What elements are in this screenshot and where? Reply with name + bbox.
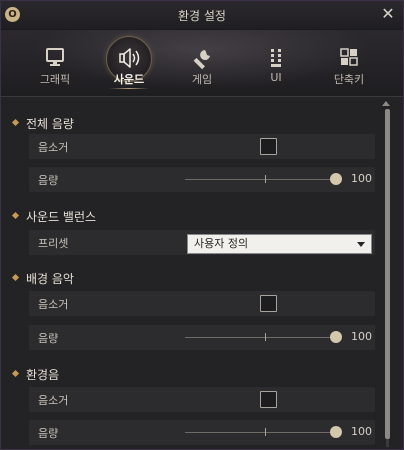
section-bullet-icon [11, 369, 20, 378]
close-icon: ✕ [381, 4, 395, 23]
ambient-mute-checkbox[interactable] [260, 391, 277, 408]
active-tab-underline [109, 88, 149, 89]
scrollbar-thumb[interactable] [385, 109, 390, 439]
slider-midpoint-tick [265, 428, 266, 436]
master-mute-checkbox[interactable] [260, 138, 277, 155]
window-title: 환경 설정 [178, 9, 226, 23]
section-bullet-icon [11, 211, 20, 220]
sound-settings-panel: 전체 음량 음소거 음량 100 사운드 밸런스 프리셋 사용자 정의 배경 음… [1, 97, 403, 449]
ambient-volume-value: 100 [351, 425, 372, 438]
tab-label: 단축키 [333, 73, 365, 86]
volume-label: 음량 [38, 332, 59, 345]
mute-label: 음소거 [38, 141, 69, 154]
mute-label: 음소거 [38, 394, 69, 407]
master-volume-row: 음량 100 [29, 167, 375, 192]
section-master-volume: 전체 음량 [11, 115, 74, 133]
close-button[interactable]: ✕ [379, 5, 397, 23]
settings-window: O 환경 설정 ✕ 그래픽 사운드 게임 UI 단축키 전체 음량 음소거 음량… [0, 0, 404, 450]
section-background-music: 배경 음악 [11, 270, 74, 288]
section-ambient-sound: 환경음 [11, 366, 60, 384]
bgm-volume-slider-handle[interactable] [330, 331, 342, 343]
bgm-volume-value: 100 [351, 330, 372, 343]
slider-midpoint-tick [265, 333, 266, 341]
preset-row: 프리셋 사용자 정의 [29, 230, 375, 255]
mute-label: 음소거 [38, 298, 69, 311]
tab-ui[interactable]: UI [246, 30, 306, 96]
master-mute-row: 음소거 [29, 134, 375, 159]
ambient-mute-row: 음소거 [29, 387, 375, 412]
ambient-volume-slider-handle[interactable] [330, 426, 342, 438]
section-bullet-icon [11, 118, 20, 127]
tab-label: 사운드 [113, 73, 145, 86]
ambient-volume-row: 음량 100 [29, 420, 375, 445]
tab-label: 그래픽 [39, 73, 71, 86]
bgm-mute-row: 음소거 [29, 291, 375, 316]
bgm-volume-slider[interactable] [185, 337, 337, 338]
tab-label: UI [270, 71, 282, 84]
section-sound-balance: 사운드 밸런스 [11, 208, 97, 226]
master-volume-slider-handle[interactable] [330, 173, 342, 185]
tab-game[interactable]: 게임 [172, 30, 232, 96]
ui-grid-icon [271, 49, 281, 67]
preset-selected-value: 사용자 정의 [194, 237, 249, 250]
volume-label: 음량 [38, 427, 59, 440]
tab-graphics[interactable]: 그래픽 [25, 30, 85, 96]
vertical-scrollbar[interactable] [385, 109, 390, 447]
scroll-up-arrow-icon[interactable] [382, 101, 390, 106]
section-title: 환경음 [26, 368, 60, 382]
section-title: 배경 음악 [26, 272, 74, 286]
tab-label: 게임 [191, 73, 213, 86]
ambient-volume-slider[interactable] [185, 432, 337, 433]
bgm-volume-row: 음량 100 [29, 325, 375, 350]
preset-dropdown[interactable]: 사용자 정의 [187, 234, 372, 254]
volume-label: 음량 [38, 174, 59, 187]
master-volume-slider[interactable] [185, 179, 337, 180]
section-title: 전체 음량 [26, 117, 74, 131]
bgm-mute-checkbox[interactable] [260, 295, 277, 312]
speaker-icon [119, 48, 140, 68]
master-volume-value: 100 [351, 172, 372, 185]
section-bullet-icon [11, 273, 20, 282]
wrench-icon [193, 50, 210, 70]
chevron-down-icon [357, 242, 365, 247]
preset-label: 프리셋 [38, 237, 69, 250]
tab-bar: 그래픽 사운드 게임 UI 단축키 [1, 30, 403, 97]
slider-midpoint-tick [265, 175, 266, 183]
tab-shortcuts[interactable]: 단축키 [319, 30, 379, 96]
monitor-icon [46, 48, 64, 66]
title-bar: O 환경 설정 ✕ [1, 1, 403, 30]
shortcut-icon [340, 48, 358, 66]
tab-sound[interactable]: 사운드 [99, 30, 159, 96]
section-title: 사운드 밸런스 [26, 210, 97, 224]
